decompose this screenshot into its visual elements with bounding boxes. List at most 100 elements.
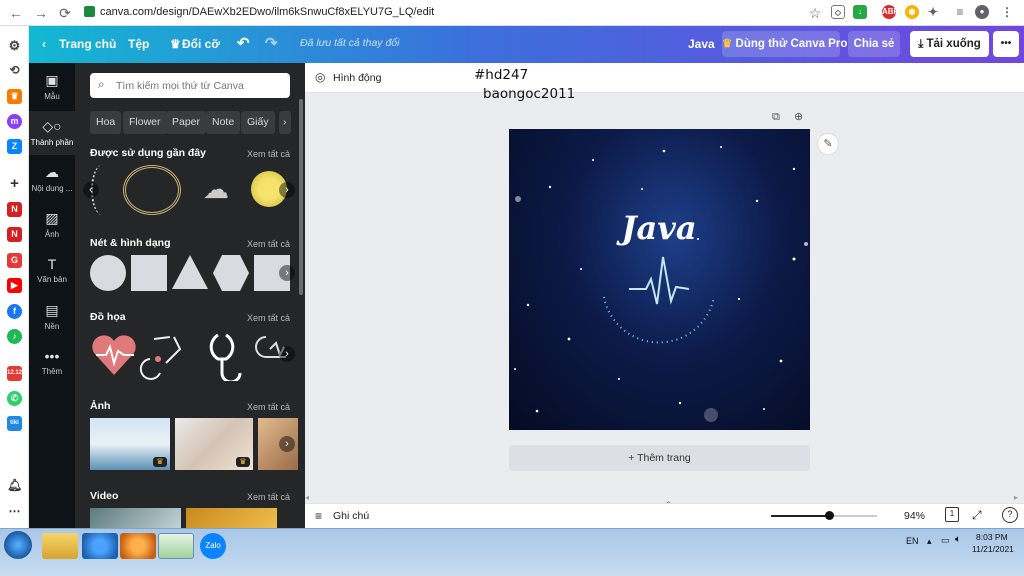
back-icon[interactable]: ← (7, 4, 25, 22)
photo-doctors-group[interactable]: ♛ (90, 418, 170, 470)
redo-icon[interactable]: ↷ (265, 34, 278, 52)
video-thumb-1[interactable] (90, 508, 181, 528)
resize-button[interactable]: Đổi cỡ (182, 37, 220, 51)
clock-time[interactable]: 8:03 PM (976, 532, 1008, 542)
recent-prev-icon[interactable]: ‹ (83, 182, 99, 198)
browser-taskbar-icon[interactable] (158, 533, 194, 559)
crown-app-icon[interactable]: ♛ (7, 89, 22, 104)
chips-next-icon[interactable]: › (279, 111, 291, 134)
zoom-slider[interactable] (771, 511, 877, 520)
tool-more[interactable]: ••• Thêm (29, 348, 75, 386)
tool-templates[interactable]: ▣ Mẫu (29, 72, 75, 110)
shape-triangle[interactable] (172, 255, 208, 289)
search-input[interactable] (116, 77, 286, 94)
shapes-next-icon[interactable]: › (279, 265, 295, 281)
reload-icon[interactable]: ⟳ (56, 4, 74, 22)
news-app-2-icon[interactable]: N (7, 227, 22, 242)
facebook-icon[interactable]: f (7, 304, 22, 319)
add-page-button[interactable]: + Thêm trang (509, 445, 810, 471)
explorer-taskbar-icon[interactable] (42, 533, 78, 559)
tool-uploads[interactable]: ☁ Nội dung ... (29, 164, 75, 202)
graphic-stethoscope-1[interactable] (139, 336, 182, 380)
shape-circle[interactable] (90, 255, 126, 291)
media-player-taskbar-icon[interactable] (120, 533, 156, 559)
see-all-graphics[interactable]: Xem tất cả (247, 313, 290, 323)
chip-paper[interactable]: Paper (166, 111, 207, 134)
zalo-taskbar-icon[interactable]: Zalo (200, 533, 226, 559)
project-title[interactable]: Java (688, 37, 715, 51)
news-app-icon[interactable]: N (7, 202, 22, 217)
ie-taskbar-icon[interactable] (82, 533, 118, 559)
chip-hoa[interactable]: Hoa (90, 111, 122, 134)
address-bar[interactable]: canva.com/design/DAEwXb2EDwo/ilm6kSnwuCf… (80, 3, 870, 23)
tool-elements[interactable]: ◇○ Thành phần (29, 111, 75, 155)
tool-photos[interactable]: ▨ Ảnh (29, 210, 75, 248)
chip-flower[interactable]: Flower (123, 111, 167, 134)
photos-next-icon[interactable]: › (279, 436, 295, 452)
color-extension-icon[interactable]: ◉ (905, 5, 919, 19)
home-button[interactable]: Trang chủ (59, 37, 116, 51)
bookmark-star-icon[interactable]: ☆ (806, 4, 824, 22)
zoom-percentage[interactable]: 94% (904, 510, 925, 522)
download-button[interactable]: ⤓ Tải xuống (910, 31, 989, 57)
volume-icon[interactable]: 🔈︎ (955, 534, 961, 545)
more-menu-button[interactable]: ••• (993, 31, 1019, 57)
language-indicator[interactable]: EN (906, 536, 919, 546)
scroll-left-icon[interactable]: ◂ (305, 493, 309, 502)
notes-button[interactable]: Ghi chú (333, 510, 369, 522)
tiki-app-icon[interactable]: tiki (7, 416, 22, 431)
music-app-icon[interactable]: ♪ (7, 329, 22, 344)
see-all-photos[interactable]: Xem tất cả (247, 402, 290, 412)
messenger-icon[interactable]: m (7, 114, 22, 129)
file-menu[interactable]: Tệp (128, 37, 149, 51)
see-all-recent[interactable]: Xem tất cả (247, 149, 290, 159)
add-page-icon[interactable]: ⊕ (794, 110, 803, 123)
design-page[interactable]: Java (509, 129, 810, 430)
game-app-icon[interactable]: G (7, 253, 22, 268)
chip-note[interactable]: Note (206, 111, 241, 134)
video-thumb-2[interactable] (186, 508, 277, 528)
shield-extension-icon[interactable]: ◇ (831, 5, 845, 19)
comment-icon[interactable]: ✎ (817, 133, 839, 155)
more-options-icon[interactable]: ⋯ (7, 504, 22, 519)
zalo-icon[interactable]: Z (7, 139, 22, 154)
duplicate-page-icon[interactable]: ⧉ (772, 111, 780, 124)
home-chevron-icon[interactable]: ‹ (42, 37, 46, 51)
animate-button[interactable]: Hình động (333, 72, 381, 84)
whatsapp-icon[interactable]: ✆ (7, 391, 22, 406)
clock-date[interactable]: 11/21/2021 (972, 544, 1014, 554)
fullscreen-icon[interactable]: ⤢ (972, 508, 982, 523)
start-button[interactable] (4, 531, 32, 559)
download-extension-icon[interactable]: ↓ (853, 5, 867, 19)
search-box[interactable]: ⌕ (90, 73, 290, 98)
history-icon[interactable]: ⟲ (7, 63, 22, 78)
shape-square[interactable] (131, 255, 167, 291)
shape-hexagon[interactable] (213, 255, 249, 291)
tool-text[interactable]: T Văn bản (29, 256, 75, 294)
page-count-icon[interactable]: 1 (945, 507, 959, 522)
zoom-slider-handle[interactable] (825, 511, 835, 520)
share-button[interactable]: Chia sẻ (848, 31, 900, 57)
recent-cloud-moon[interactable]: ☁ (196, 171, 236, 207)
try-pro-button[interactable]: ♛ Dùng thử Canva Pro (722, 31, 847, 57)
graphic-heart-pulse[interactable] (92, 335, 136, 375)
photo-doctor-patient[interactable]: ♛ (175, 418, 253, 470)
extensions-puzzle-icon[interactable]: ✦ (926, 5, 940, 19)
chip-giay[interactable]: Giấy (241, 111, 275, 134)
add-icon[interactable]: + (7, 176, 22, 191)
adblock-icon[interactable]: ABP (882, 5, 899, 19)
panel-scrollbar[interactable] (299, 99, 303, 295)
undo-icon[interactable]: ↶ (237, 34, 250, 52)
sale-app-icon[interactable]: 12.12 (7, 366, 22, 381)
tool-background[interactable]: ▤ Nền (29, 302, 75, 340)
graphics-next-icon[interactable]: › (279, 346, 295, 362)
see-all-video[interactable]: Xem tất cả (247, 492, 290, 502)
forward-icon[interactable]: → (32, 4, 50, 22)
youtube-icon[interactable]: ▶ (7, 278, 22, 293)
settings-gear-icon[interactable]: ⚙ (7, 38, 22, 53)
recent-next-icon[interactable]: › (279, 182, 295, 198)
profile-avatar-icon[interactable]: ● (975, 5, 989, 19)
browser-menu-icon[interactable]: ⋮ (1000, 5, 1014, 19)
recent-gold-wreath[interactable] (123, 165, 181, 215)
network-icon[interactable]: ▭ (941, 535, 950, 546)
